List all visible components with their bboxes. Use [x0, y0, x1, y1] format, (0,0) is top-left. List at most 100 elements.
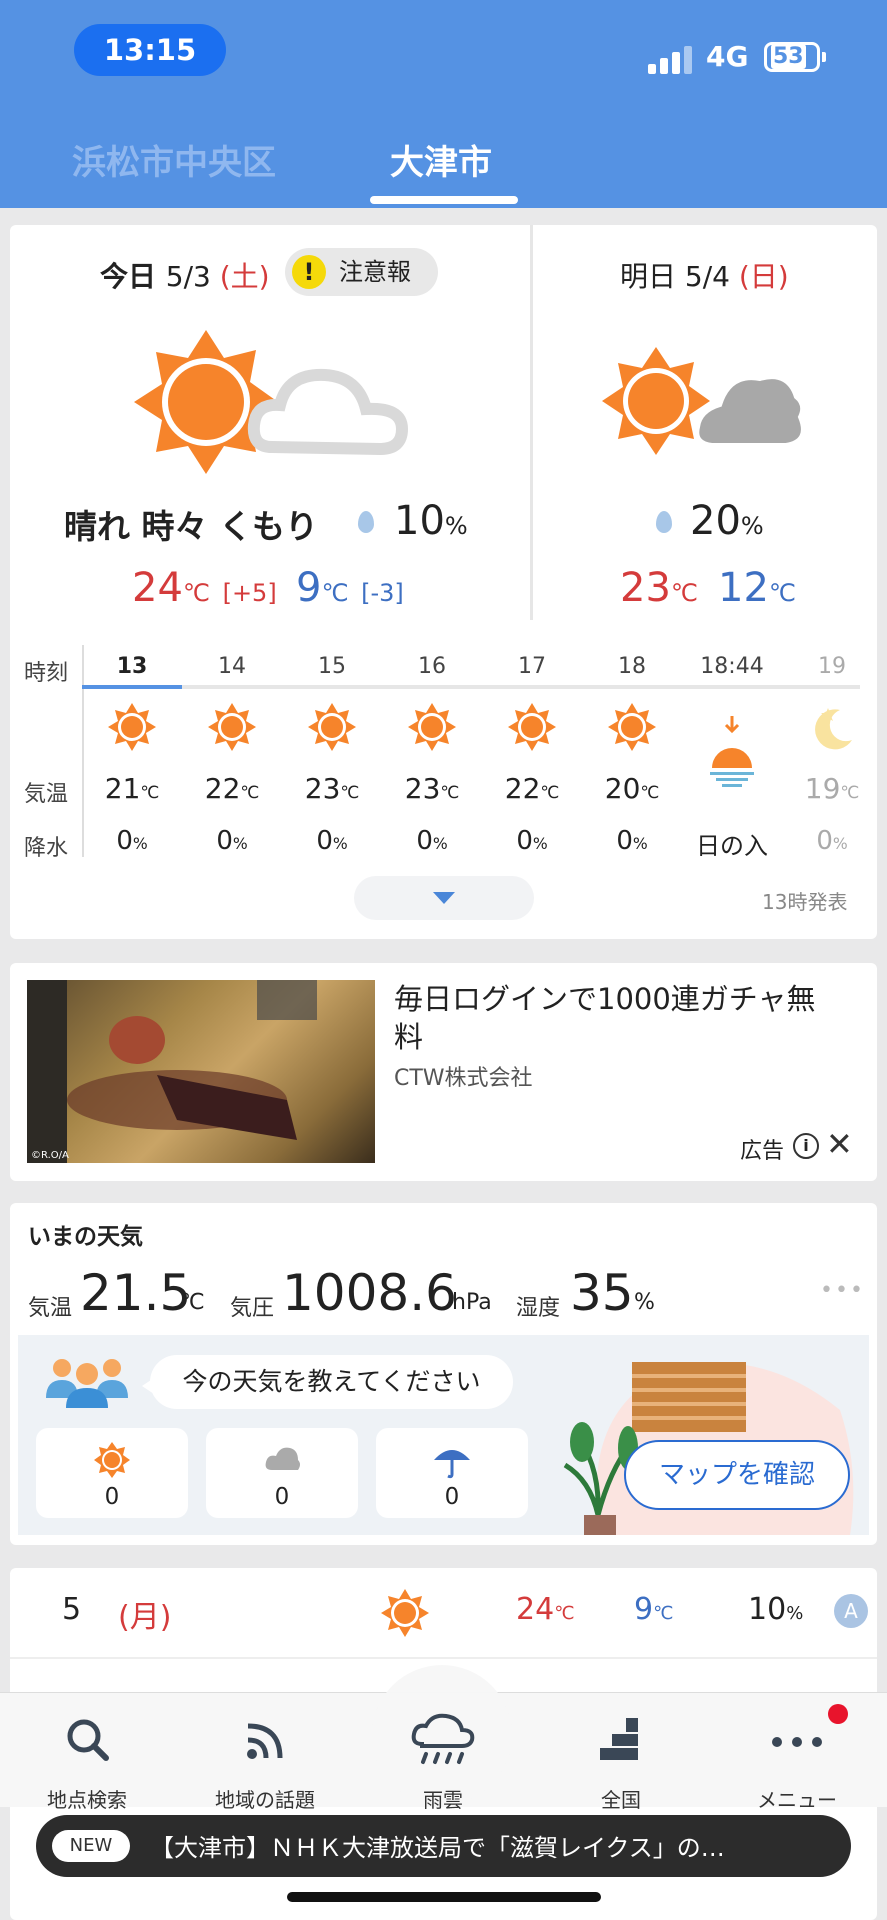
cloud-icon: [265, 1447, 300, 1470]
people-icon: [46, 1359, 128, 1408]
hour-rain: 0%: [482, 826, 582, 856]
hour-rain-unit: %: [132, 835, 148, 853]
sun-icon: [94, 1442, 130, 1478]
location-tab-otsu[interactable]: 大津市: [390, 135, 492, 184]
ad-close-icon[interactable]: ✕: [826, 1125, 853, 1163]
umbrella-icon: [434, 1450, 470, 1479]
ad-company: CTW株式会社: [394, 1066, 533, 1091]
sun-cloud-icon: [602, 347, 805, 455]
more-options-icon[interactable]: •••: [820, 1278, 865, 1303]
tab-rain-cloud[interactable]: 雨雲: [368, 1712, 518, 1813]
hour-temp-unit: ℃: [640, 782, 660, 802]
hour-rain: 0%: [582, 826, 682, 856]
sun-icon: [208, 703, 256, 751]
hour-rain: 0%: [382, 826, 482, 856]
battery-level: 53: [771, 44, 806, 69]
survey-rainy-count: 0: [444, 1484, 460, 1510]
today-high-unit: ℃: [182, 579, 210, 607]
hour-time: 15: [318, 654, 346, 679]
week-pop-value: 10: [748, 1592, 787, 1627]
today-date: 今日 5/3 (土): [100, 255, 270, 295]
survey-rainy-button[interactable]: 0: [376, 1428, 528, 1518]
hour-temp: 22℃: [182, 772, 282, 805]
battery-tip: [822, 52, 826, 62]
current-temp-unit: ℃: [180, 1290, 205, 1315]
hour-rain-value: 0: [416, 826, 433, 856]
hour-temp: 20℃: [582, 772, 682, 805]
hourly-temp-label: 気温: [24, 782, 69, 807]
tab-nationwide[interactable]: 全国: [546, 1712, 696, 1813]
hour-time: 14: [218, 654, 246, 679]
tomorrow-weekday: (日): [738, 260, 789, 293]
hour-temp-value: 23: [404, 772, 441, 805]
hour-temp: 19℃: [782, 772, 882, 805]
sun-icon: [508, 703, 556, 751]
hour-temp-value: 19: [804, 772, 841, 805]
hour-temp-unit: ℃: [540, 782, 560, 802]
home-indicator: [287, 1892, 601, 1902]
week-low-unit: ℃: [653, 1603, 674, 1624]
tab-label: 地域の話題: [215, 1788, 315, 1812]
week-high-unit: ℃: [554, 1603, 575, 1624]
current-temp-label: 気温: [28, 1296, 73, 1321]
tab-menu[interactable]: メニュー: [722, 1712, 872, 1813]
today-low-diff: [-3]: [361, 579, 404, 607]
hour-temp: 21℃: [82, 772, 182, 805]
ad-image[interactable]: ©R.O/A: [27, 980, 375, 1163]
battery-icon: 53: [764, 42, 820, 72]
forecast-confidence-badge: A: [834, 1594, 868, 1628]
ad-info-icon[interactable]: i: [793, 1133, 819, 1159]
tab-local-topics[interactable]: 地域の話題: [190, 1712, 340, 1813]
tomorrow-low: 12℃: [718, 565, 796, 611]
hour-temp-value: 23: [304, 772, 341, 805]
chevron-down-icon: [433, 892, 455, 904]
sun-icon: [608, 703, 656, 751]
location-tab-hamamatsu[interactable]: 浜松市中央区: [72, 135, 276, 184]
today-low-unit: ℃: [321, 579, 349, 607]
tomorrow-low-unit: ℃: [768, 579, 796, 607]
hour-rain-value: 0: [316, 826, 333, 856]
hour-rain-unit: %: [432, 835, 448, 853]
hour-temp-unit: ℃: [240, 782, 260, 802]
check-map-button[interactable]: マップを確認: [624, 1440, 850, 1510]
tab-label: 全国: [601, 1788, 641, 1812]
today-condition: 晴れ 時々 くもり: [64, 507, 318, 546]
hour-rain: 0%: [282, 826, 382, 856]
hour-rain-unit: %: [632, 835, 648, 853]
search-icon: [67, 1719, 109, 1761]
tomorrow-precip: 20%: [690, 498, 764, 544]
today-high-diff: [+5]: [222, 579, 277, 607]
hour-temp: 23℃: [282, 772, 382, 805]
ad-image-credit: ©R.O/A: [31, 1150, 69, 1161]
tomorrow-date: 明日 5/4 (日): [620, 255, 789, 295]
hour-temp-unit: ℃: [840, 782, 860, 802]
week-weekday: (月): [118, 1600, 172, 1635]
week-day: 5: [62, 1592, 82, 1627]
current-temp-value: 21.5: [80, 1264, 192, 1322]
raindrop-icon: [656, 511, 672, 533]
survey-prompt: 今の天気を教えてください: [150, 1355, 513, 1409]
hour-rain-value: 0: [116, 826, 133, 856]
week-low: 9℃: [634, 1592, 673, 1627]
raindrop-icon: [358, 511, 374, 533]
current-weather-title: いまの天気: [28, 1224, 143, 1250]
tab-location-search[interactable]: 地点検索: [12, 1712, 162, 1813]
news-headline[interactable]: 【大津市】ＮＨＫ大津放送局で「滋賀レイクス」の…: [150, 1828, 800, 1863]
tab-label: メニュー: [757, 1788, 837, 1812]
today-high: 24℃ [+5]: [132, 565, 277, 611]
sunset-icon: [710, 716, 754, 787]
tomorrow-high-unit: ℃: [670, 579, 698, 607]
hour-rain: 0%: [182, 826, 282, 856]
today-precip: 10%: [394, 498, 468, 544]
map-blocks-icon: [600, 1718, 638, 1760]
hour-time: 17: [518, 654, 546, 679]
survey-cloudy-button[interactable]: 0: [206, 1428, 358, 1518]
hour-time: 18: [618, 654, 646, 679]
survey-sunny-button[interactable]: 0: [36, 1428, 188, 1518]
weekly-row-divider: [10, 1657, 877, 1659]
news-new-badge: NEW: [52, 1830, 130, 1862]
current-pressure-label: 気圧: [230, 1296, 275, 1321]
ad-title[interactable]: 毎日ログインで1000連ガチャ無料: [394, 980, 834, 1056]
today-weekday: (土): [219, 260, 270, 293]
current-humidity-value: 35: [570, 1264, 634, 1322]
